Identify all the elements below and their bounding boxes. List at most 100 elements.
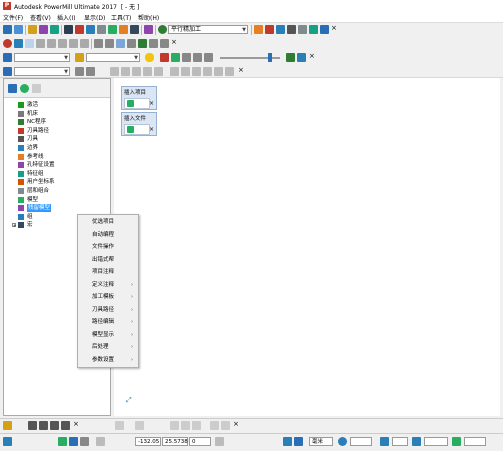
pick-icon[interactable] <box>225 67 234 76</box>
close-icon[interactable]: × <box>171 38 177 46</box>
statistics-icon[interactable] <box>287 25 296 34</box>
sim-option5-icon[interactable] <box>221 421 230 430</box>
insert-file-card[interactable]: 插入文件 × <box>121 112 157 136</box>
layers-toolbar-icon[interactable] <box>309 25 318 34</box>
feeds-speeds-icon[interactable] <box>50 25 59 34</box>
rapid-move-icon[interactable] <box>39 25 48 34</box>
workplane-save-icon[interactable] <box>86 67 95 76</box>
curve-editor-icon[interactable] <box>110 67 119 76</box>
context-menu-item[interactable]: 刀具路径 › <box>78 304 138 317</box>
sim-option2-icon[interactable] <box>181 421 190 430</box>
insert-project-card[interactable]: 插入项目 × <box>121 86 157 110</box>
view-from-top-icon[interactable] <box>14 39 23 48</box>
close-icon[interactable]: × <box>233 420 239 428</box>
view-mill-icon[interactable] <box>115 421 124 430</box>
menu-display[interactable]: 显示(D) <box>84 13 105 22</box>
select-icon[interactable] <box>75 53 84 62</box>
context-menu-item[interactable]: 参数设置 › <box>78 354 138 367</box>
context-menu-item[interactable]: 文件操作 <box>78 241 138 254</box>
sim-step-icon[interactable] <box>39 421 48 430</box>
expand-icon[interactable]: + <box>12 223 16 228</box>
transparency-icon[interactable] <box>149 39 158 48</box>
colour-icon[interactable] <box>160 53 169 62</box>
card-drop-area[interactable] <box>124 98 150 109</box>
tool-axis-icon[interactable] <box>108 25 117 34</box>
view-left-icon[interactable] <box>69 39 78 48</box>
sim-stop-icon[interactable] <box>61 421 70 430</box>
zoom-fit-icon[interactable] <box>105 39 114 48</box>
model-select-icon[interactable] <box>3 53 12 62</box>
context-menu-item[interactable]: 后处理 › <box>78 341 138 354</box>
view-iso-icon[interactable] <box>25 39 34 48</box>
menu-view[interactable]: 查看(V) <box>30 13 51 22</box>
menu-file[interactable]: 文件(F) <box>3 13 23 22</box>
workplane-icon[interactable] <box>3 67 12 76</box>
stop-icon[interactable] <box>3 39 12 48</box>
opacity-slider-thumb[interactable] <box>268 53 272 62</box>
close-icon[interactable]: × <box>331 24 337 32</box>
context-menu-item[interactable]: 模型显示 › <box>78 329 138 342</box>
print-icon[interactable] <box>298 25 307 34</box>
sim-end-icon[interactable] <box>50 421 59 430</box>
angle-icon[interactable] <box>380 437 389 446</box>
view-right-icon[interactable] <box>80 39 89 48</box>
start-point-icon[interactable] <box>86 25 95 34</box>
save-project-icon[interactable] <box>14 25 23 34</box>
measure-icon[interactable] <box>193 53 202 62</box>
leads-links-icon[interactable] <box>75 25 84 34</box>
close-icon[interactable]: × <box>149 100 154 107</box>
view-side-icon[interactable] <box>47 39 56 48</box>
target-icon[interactable] <box>338 437 347 446</box>
mirror-icon[interactable] <box>143 67 152 76</box>
workplane-activate-icon[interactable] <box>75 67 84 76</box>
sim-start-icon[interactable] <box>28 421 37 430</box>
nc-icon[interactable] <box>130 25 139 34</box>
sim-option3-icon[interactable] <box>192 421 201 430</box>
view-back-icon[interactable] <box>58 39 67 48</box>
explorer-tab-icon[interactable] <box>8 84 17 93</box>
view-front-icon[interactable] <box>36 39 45 48</box>
context-menu-item[interactable]: 加工模板 › <box>78 291 138 304</box>
units-field[interactable]: 毫米 <box>309 437 333 446</box>
graphics-viewport[interactable]: 插入项目 × 插入文件 × ⤢ <box>114 78 500 416</box>
axis-icon[interactable] <box>171 53 180 62</box>
context-menu-item[interactable]: 项目注释 <box>78 266 138 279</box>
slider-option-icon[interactable] <box>286 53 295 62</box>
selection-combo[interactable]: ▼ <box>86 53 140 62</box>
model-combo[interactable]: ▼ <box>14 53 70 62</box>
context-menu-item[interactable]: 自动编程 <box>78 229 138 242</box>
sim-option-icon[interactable] <box>170 421 179 430</box>
stock-display-icon[interactable] <box>138 39 147 48</box>
step-icon[interactable] <box>412 437 421 446</box>
card-drop-area[interactable] <box>124 124 150 135</box>
snap-icon[interactable] <box>214 67 223 76</box>
status-field-1[interactable] <box>350 437 372 446</box>
redo-icon[interactable] <box>181 67 190 76</box>
shaded-icon[interactable] <box>116 39 125 48</box>
grid-icon[interactable] <box>160 39 169 48</box>
context-menu-item[interactable]: 优选项目 <box>78 216 138 229</box>
close-icon[interactable]: × <box>149 126 154 133</box>
globe-icon[interactable] <box>20 84 29 93</box>
calculate-icon[interactable] <box>265 25 274 34</box>
status-field-3[interactable] <box>424 437 448 446</box>
z-coord-field[interactable]: 0 <box>189 437 211 446</box>
status-field-2[interactable] <box>392 437 408 446</box>
fit-icon[interactable] <box>204 53 213 62</box>
y-coord-field[interactable]: 25.5738 <box>162 437 188 446</box>
block-icon[interactable] <box>28 25 37 34</box>
close-icon[interactable]: × <box>73 420 79 428</box>
menu-insert[interactable]: 插入(I) <box>57 13 75 22</box>
zoom-icon[interactable] <box>94 39 103 48</box>
menu-help[interactable]: 帮助(H) <box>138 13 159 22</box>
plugin-tab-icon[interactable] <box>32 84 41 93</box>
cross-section-icon[interactable] <box>182 53 191 62</box>
rotate-icon[interactable] <box>132 67 141 76</box>
light-icon[interactable] <box>145 53 154 62</box>
edit-toolpath-icon[interactable] <box>254 25 263 34</box>
workplane-status-icon[interactable] <box>3 437 12 446</box>
status-field-4[interactable] <box>464 437 486 446</box>
context-menu-item[interactable]: 路径编辑 › <box>78 316 138 329</box>
menu-tools[interactable]: 工具(T) <box>111 13 131 22</box>
tool-create-icon[interactable] <box>64 25 73 34</box>
